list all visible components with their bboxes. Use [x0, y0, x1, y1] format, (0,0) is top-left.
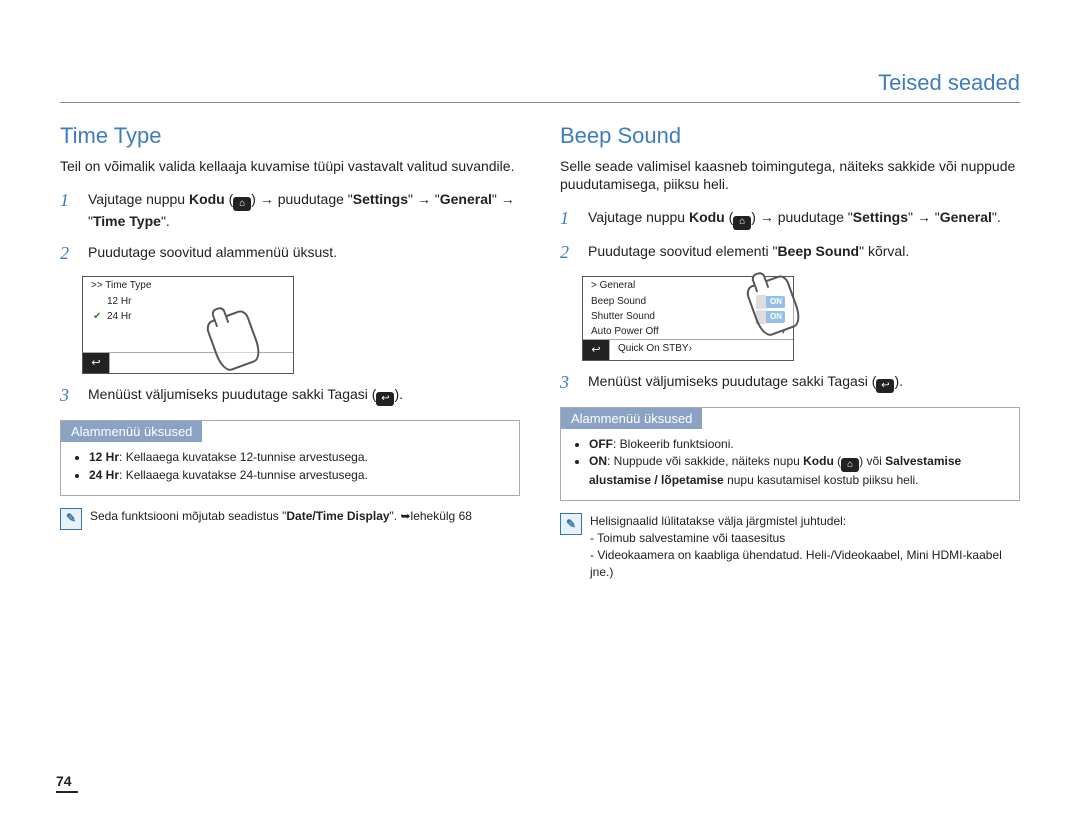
submenu-box-left: Alammenüü üksused 12 Hr: Kellaaega kuvat… [60, 420, 520, 496]
submenu-item-off: OFF: Blokeerib funktsiooni. [589, 436, 1001, 453]
back-icon: ↩ [376, 392, 394, 406]
submenu-item-on: ON: Nuppude või sakkide, näiteks nupu Ko… [589, 453, 1001, 489]
step-number-1: 1 [560, 205, 582, 231]
step-1-left: Vajutage nuppu Kodu (⌂) → puudutage "Set… [88, 189, 520, 232]
chapter-title: Teised seaded [60, 70, 1020, 103]
step-number-2: 2 [560, 239, 582, 265]
step-2-right: Puudutage soovitud elementi "Beep Sound"… [588, 241, 1020, 261]
home-icon: ⌂ [733, 216, 751, 230]
submenu-box-right: Alammenüü üksused OFF: Blokeerib funktsi… [560, 407, 1020, 502]
left-column: Time Type Teil on võimalik valida kellaa… [60, 123, 520, 580]
chevron-right-icon: › [689, 343, 692, 354]
note-icon: ✎ [560, 513, 582, 535]
note-left: ✎ Seda funktsiooni mõjutab seadistus "Da… [60, 508, 520, 530]
page-number: 74 [56, 773, 78, 793]
intro-beep-sound: Selle seade valimisel kaasneb toimingute… [560, 157, 1020, 193]
screenshot-beep-sound: > General Beep Sound ON Shutter Sound ON… [582, 276, 1020, 361]
step-1-right: Vajutage nuppu Kodu (⌂) → puudutage "Set… [588, 207, 1020, 229]
back-icon: ↩ [876, 379, 894, 393]
step-number-3: 3 [60, 382, 82, 408]
back-icon: ↩ [83, 353, 109, 373]
screen-item-24hr: 24 Hr [83, 309, 293, 324]
submenu-item-24hr: 24 Hr: Kellaaega kuvatakse 24-tunnise ar… [89, 467, 501, 484]
screen-row-quick-on-stby: Quick On STBY› [609, 340, 793, 360]
section-title-beep-sound: Beep Sound [560, 123, 1020, 149]
screen-header: >> Time Type [83, 277, 293, 294]
step-number-2: 2 [60, 240, 82, 266]
step-3-right: Menüüst väljumiseks puudutage sakki Taga… [588, 371, 1020, 393]
back-icon: ↩ [583, 340, 609, 360]
step-2-left: Puudutage soovitud alammenüü üksust. [88, 242, 520, 262]
submenu-item-12hr: 12 Hr: Kellaaega kuvatakse 12-tunnise ar… [89, 449, 501, 466]
section-title-time-type: Time Type [60, 123, 520, 149]
home-icon: ⌂ [233, 197, 251, 211]
step-3-left: Menüüst väljumiseks puudutage sakki Taga… [88, 384, 520, 406]
submenu-title: Alammenüü üksused [61, 421, 202, 442]
screenshot-time-type: >> Time Type 12 Hr 24 Hr ↩ [82, 276, 520, 374]
step-number-3: 3 [560, 369, 582, 395]
step-number-1: 1 [60, 187, 82, 213]
note-right: ✎ Helisignaalid lülitatakse välja järgmi… [560, 513, 1020, 580]
note-icon: ✎ [60, 508, 82, 530]
right-column: Beep Sound Selle seade valimisel kaasneb… [560, 123, 1020, 580]
submenu-title: Alammenüü üksused [561, 408, 702, 429]
intro-time-type: Teil on võimalik valida kellaaja kuvamis… [60, 157, 520, 175]
screen-item-12hr: 12 Hr [83, 294, 293, 309]
home-icon: ⌂ [841, 458, 859, 472]
